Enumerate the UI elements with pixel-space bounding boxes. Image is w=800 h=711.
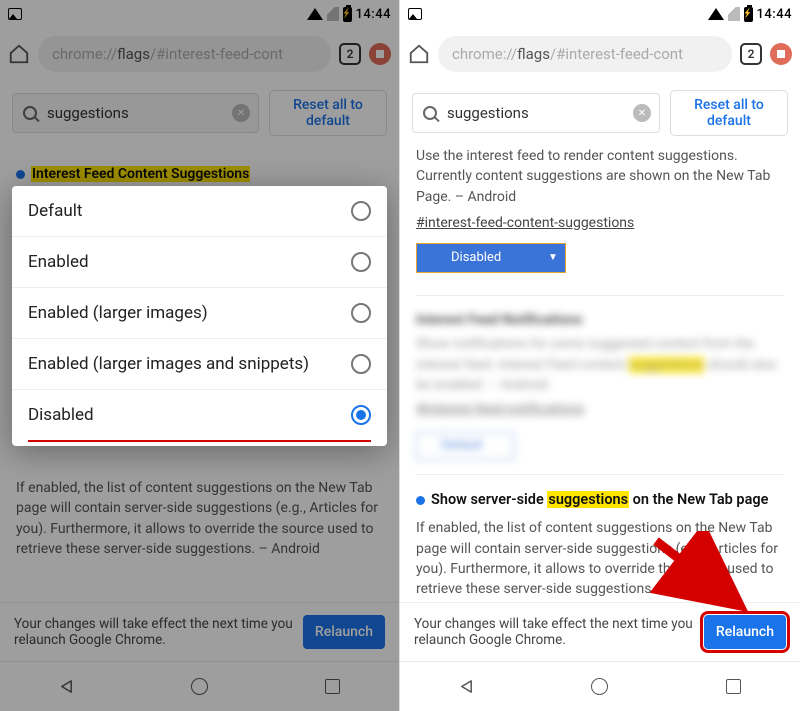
nav-back-icon[interactable]: [59, 679, 74, 694]
search-icon: [423, 106, 437, 120]
modified-dot-icon: [16, 170, 25, 179]
radio-icon: [351, 201, 371, 221]
stop-icon[interactable]: [770, 43, 792, 65]
divider: [416, 474, 784, 475]
pane-right: ⚡ 14:44 chrome://flags/#interest-feed-co…: [400, 0, 800, 711]
tab-switcher[interactable]: 2: [740, 43, 762, 65]
radio-selected-icon: [351, 405, 371, 425]
modified-dot-icon: [416, 496, 425, 505]
flag-anchor[interactable]: #interest-feed-content-suggestions: [416, 213, 784, 233]
no-sim-icon: [728, 7, 740, 21]
search-icon: [23, 106, 37, 120]
banner-message: Your changes will take effect the next t…: [14, 616, 293, 648]
flag-description: If enabled, the list of content suggesti…: [16, 478, 383, 559]
relaunch-banner: Your changes will take effect the next t…: [400, 602, 800, 661]
nav-home-icon[interactable]: [191, 678, 208, 695]
banner-message: Your changes will take effect the next t…: [414, 616, 694, 648]
picture-icon: [408, 8, 422, 20]
option-default[interactable]: Default: [12, 186, 387, 236]
nav-recent-icon[interactable]: [726, 679, 741, 694]
clock: 14:44: [356, 7, 391, 22]
option-enabled-larger-images-and-snippets[interactable]: Enabled (larger images and snippets): [12, 338, 387, 389]
radio-icon: [351, 303, 371, 323]
flags-content: Use the interest feed to render content …: [400, 146, 800, 678]
reset-button[interactable]: Reset all to default: [269, 90, 387, 136]
flag-title: Show server-side suggestions on the New …: [416, 489, 784, 510]
nav-recent-icon[interactable]: [325, 679, 340, 694]
flag-description: If enabled, the list of content suggesti…: [416, 518, 784, 599]
search-input[interactable]: suggestions ✕: [12, 93, 259, 133]
radio-icon: [351, 354, 371, 374]
option-disabled[interactable]: Disabled: [12, 389, 387, 440]
option-enabled[interactable]: Enabled: [12, 236, 387, 287]
options-dialog: Default Enabled Enabled (larger images) …: [12, 186, 387, 446]
search-row: suggestions ✕ Reset all to default: [0, 80, 399, 146]
battery-icon: ⚡: [744, 7, 753, 22]
url-bar: chrome://flags/#interest-feed-cont 2: [0, 28, 399, 80]
option-enabled-larger-images[interactable]: Enabled (larger images): [12, 287, 387, 338]
pane-left: ⚡ 14:44 chrome://flags/#interest-feed-co…: [0, 0, 400, 711]
nav-bar: [400, 661, 800, 711]
url-bar: chrome://flags/#interest-feed-cont 2: [400, 28, 800, 80]
home-icon[interactable]: [408, 43, 430, 65]
no-sim-icon: [327, 7, 339, 21]
relaunch-button[interactable]: Relaunch: [704, 615, 786, 649]
status-bar: ⚡ 14:44: [0, 0, 399, 28]
nav-home-icon[interactable]: [591, 678, 608, 695]
reset-button[interactable]: Reset all to default: [670, 90, 788, 136]
nav-bar: [0, 661, 399, 711]
status-bar: ⚡ 14:44: [400, 0, 800, 28]
clear-icon[interactable]: ✕: [633, 104, 651, 122]
annotation-underline: [28, 440, 371, 442]
clock: 14:44: [757, 7, 792, 22]
flag-dropdown[interactable]: Disabled ▼: [416, 243, 566, 273]
search-input[interactable]: suggestions ✕: [412, 93, 660, 133]
radio-icon: [351, 252, 371, 272]
tab-switcher[interactable]: 2: [339, 43, 361, 65]
relaunch-banner: Your changes will take effect the next t…: [0, 602, 399, 661]
flag-description: Use the interest feed to render content …: [416, 146, 784, 207]
wifi-icon: [307, 8, 323, 20]
blurred-flag: Interest Feed Notifications Show notific…: [416, 310, 784, 460]
relaunch-button[interactable]: Relaunch: [303, 615, 385, 649]
home-icon[interactable]: [8, 43, 30, 65]
clear-icon[interactable]: ✕: [232, 104, 250, 122]
flag-title: Interest Feed Content Suggestions: [16, 164, 383, 184]
picture-icon: [8, 8, 22, 20]
wifi-icon: [708, 8, 724, 20]
url-field[interactable]: chrome://flags/#interest-feed-cont: [38, 36, 331, 72]
nav-back-icon[interactable]: [459, 679, 474, 694]
battery-icon: ⚡: [343, 7, 352, 22]
chevron-down-icon: ▼: [541, 244, 565, 272]
stop-icon[interactable]: [369, 43, 391, 65]
divider: [416, 295, 784, 296]
search-row: suggestions ✕ Reset all to default: [400, 80, 800, 146]
url-field[interactable]: chrome://flags/#interest-feed-cont: [438, 36, 732, 72]
